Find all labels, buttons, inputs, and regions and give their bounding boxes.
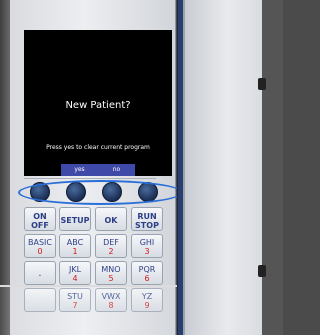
key-label: PQR [138,265,156,274]
key-label: DEF [103,238,119,247]
key-label: ON [33,212,47,221]
on-off-button[interactable]: ON OFF [24,207,56,231]
stu-7-button[interactable]: STU 7 [59,288,91,312]
key-label: OK [104,216,118,225]
ok-button[interactable]: OK [95,207,127,231]
right-edge [262,0,283,335]
key-number: 5 [108,274,114,283]
blank-key[interactable] [24,288,56,312]
softkey-bar: yes no [24,164,172,176]
key-label: ABC [66,238,84,247]
softkey-label-yes: yes [61,164,98,176]
pqr-6-button[interactable]: PQR 6 [131,261,163,285]
key-label: MNO [101,265,121,274]
key-number: 1 [72,247,78,256]
abc-1-button[interactable]: ABC 1 [59,234,91,258]
decimal-point-button[interactable]: · [24,261,56,285]
highlight-oval [18,180,183,205]
key-label: GHI [139,238,155,247]
key-label: VWX [101,292,121,301]
key-number: 0 [37,247,43,256]
def-2-button[interactable]: DEF 2 [95,234,127,258]
softkey-label-no: no [98,164,135,176]
pump-door-panel [183,0,269,335]
run-stop-button[interactable]: RUN STOP [131,207,163,231]
key-label: STU [67,292,83,301]
dot-icon: · [38,271,42,282]
key-label: STOP [135,221,159,230]
key-number: 7 [72,301,78,310]
key-number: 6 [144,274,150,283]
key-number: 4 [72,274,78,283]
key-number: 8 [108,301,114,310]
setup-button[interactable]: SETUP [59,207,91,231]
key-number: 9 [144,301,150,310]
key-label: JKL [68,265,82,274]
key-label: SETUP [60,216,90,225]
key-label: YZ [141,292,153,301]
key-number: 2 [108,247,114,256]
mno-5-button[interactable]: MNO 5 [95,261,127,285]
ghi-3-button[interactable]: GHI 3 [131,234,163,258]
basic-0-button[interactable]: BASIC 0 [24,234,56,258]
key-label: BASIC [28,238,52,247]
yz-9-button[interactable]: YZ 9 [131,288,163,312]
screen-subtext: Press yes to clear current program [46,144,150,151]
door-latch-top[interactable] [258,78,266,90]
key-number: 3 [144,247,150,256]
door-latch-bottom[interactable] [258,265,266,277]
display-screen: New Patient? Press yes to clear current … [24,30,172,176]
softkey-label-1 [24,164,61,176]
softkey-label-4 [135,164,172,176]
jkl-4-button[interactable]: JKL 4 [59,261,91,285]
key-label: RUN [137,212,157,221]
key-label: OFF [31,221,49,230]
screen-message: New Patient? [65,100,131,111]
screen-divider [24,178,156,179]
vwx-8-button[interactable]: VWX 8 [95,288,127,312]
